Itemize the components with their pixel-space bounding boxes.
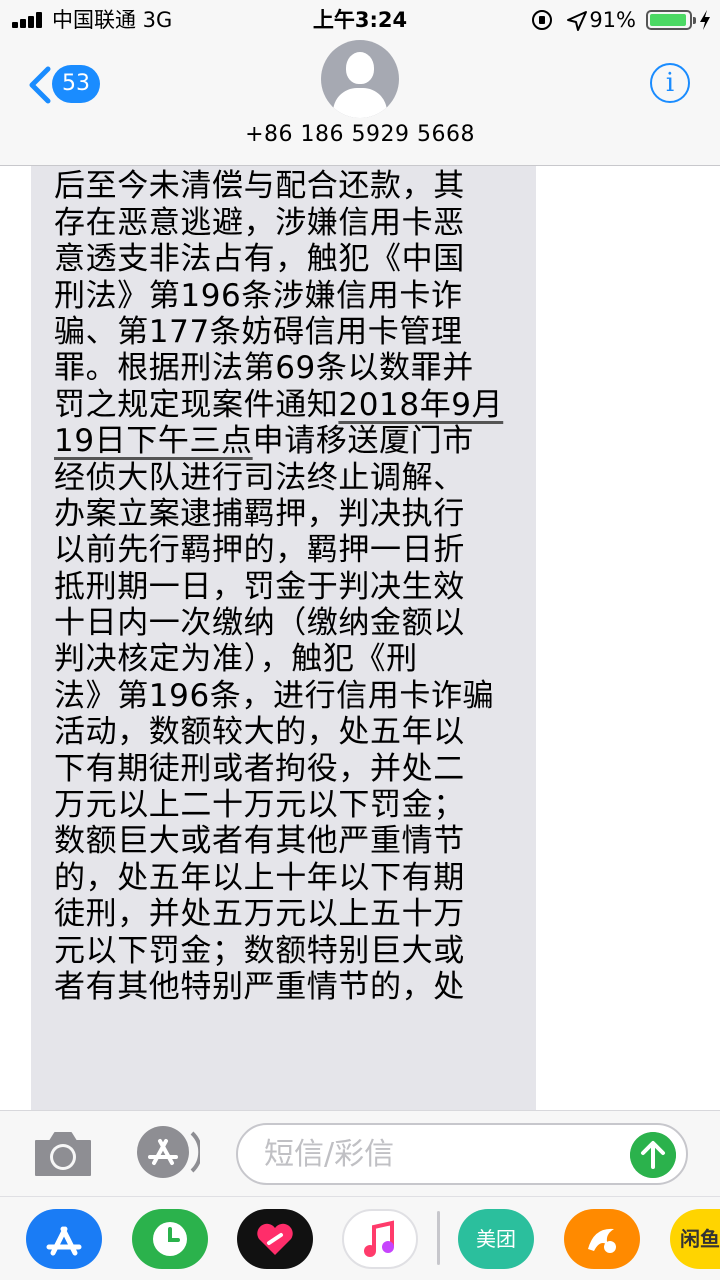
message-line: 存在恶意逃避，涉嫌信用卡恶: [54, 204, 465, 241]
message-line: 十日内一次缴纳（缴纳金额以: [54, 605, 465, 642]
app-store-drawer-icon[interactable]: [134, 1125, 200, 1179]
battery-icon: [646, 10, 696, 30]
drawer-separator: [437, 1211, 440, 1265]
clock-icon[interactable]: [132, 1209, 208, 1269]
message-input[interactable]: 短信/彩信: [236, 1123, 688, 1185]
back-button[interactable]: 53: [22, 62, 112, 108]
xianyu-icon[interactable]: 闲鱼: [670, 1209, 720, 1269]
message-line: 下有期徒刑或者拘役，并处二: [54, 750, 465, 787]
date-link[interactable]: 19日下午三点: [54, 423, 253, 459]
message-line: 的，处五年以上十年以下有期: [54, 859, 465, 896]
conversation-header: 53 +86 186 5929 5668 i: [0, 40, 720, 166]
imessage-app-drawer: 美团 闲鱼: [0, 1196, 720, 1280]
music-icon[interactable]: [342, 1209, 418, 1269]
message-line: 刑法》第196条涉嫌信用卡诈: [54, 277, 463, 314]
message-line: 19日下午三点申请移送厦门市: [54, 423, 474, 460]
message-line: 判决核定为准），触犯《刑: [54, 641, 418, 678]
message-line: 徒刑，并处五万元以上五十万: [54, 896, 465, 933]
unread-count-badge: 53: [52, 65, 100, 103]
message-line: 以前先行羁押的，羁押一日折: [54, 532, 465, 569]
charging-bolt-icon: [700, 10, 710, 30]
appstore-icon[interactable]: [26, 1209, 102, 1269]
compose-bar: 短信/彩信: [0, 1110, 720, 1196]
message-line: 罪。根据刑法第69条以数罪并: [54, 350, 474, 387]
contact-avatar[interactable]: [321, 40, 399, 118]
contact-phone-number[interactable]: +86 186 5929 5668: [0, 122, 720, 147]
message-line: 意透支非法占有，触犯《中国: [54, 241, 465, 278]
message-line: 抵刑期一日，罚金于判决生效: [54, 568, 465, 605]
message-line: 者有其他特别严重情节的，处: [54, 968, 465, 1005]
message-line: 办案立案逮捕羁押，判决执行: [54, 495, 465, 532]
message-line: 经侦大队进行司法终止调解、: [54, 459, 465, 496]
date-link[interactable]: 2018年9月: [338, 387, 503, 423]
message-line: 后至今未清偿与配合还款，其: [54, 168, 465, 205]
message-line: 罚之规定现案件通知2018年9月: [54, 386, 504, 423]
location-arrow-icon: [567, 11, 587, 31]
info-button[interactable]: i: [650, 63, 690, 103]
message-line: 法》第196条，进行信用卡诈骗: [54, 677, 495, 714]
heart-app-icon[interactable]: [237, 1209, 313, 1269]
chevron-left-icon: [29, 66, 51, 104]
uc-browser-icon[interactable]: [564, 1209, 640, 1269]
message-text: 行还款义务，经银行多次通知后至今未清偿与配合还款，其存在恶意逃避，涉嫌信用卡恶意…: [54, 166, 524, 1005]
message-line: 元以下罚金；数额特别巨大或: [54, 932, 465, 969]
message-line: 活动，数额较大的，处五年以: [54, 714, 465, 751]
status-bar: 中国联通 3G 上午3:24 91%: [0, 0, 720, 40]
message-thread[interactable]: 行还款义务，经银行多次通知后至今未清偿与配合还款，其存在恶意逃避，涉嫌信用卡恶意…: [0, 166, 720, 1110]
message-line: 万元以上二十万元以下罚金；: [54, 787, 465, 824]
rotation-lock-icon: [532, 10, 552, 30]
message-line: 骗、第177条妨碍信用卡管理: [54, 313, 463, 350]
camera-icon[interactable]: [32, 1129, 94, 1177]
battery-percent: 91%: [589, 8, 636, 32]
send-arrow-icon[interactable]: [630, 1132, 676, 1178]
message-input-placeholder: 短信/彩信: [264, 1137, 395, 1172]
message-line: 数额巨大或者有其他严重情节: [54, 823, 465, 860]
meituan-icon[interactable]: 美团: [458, 1209, 534, 1269]
